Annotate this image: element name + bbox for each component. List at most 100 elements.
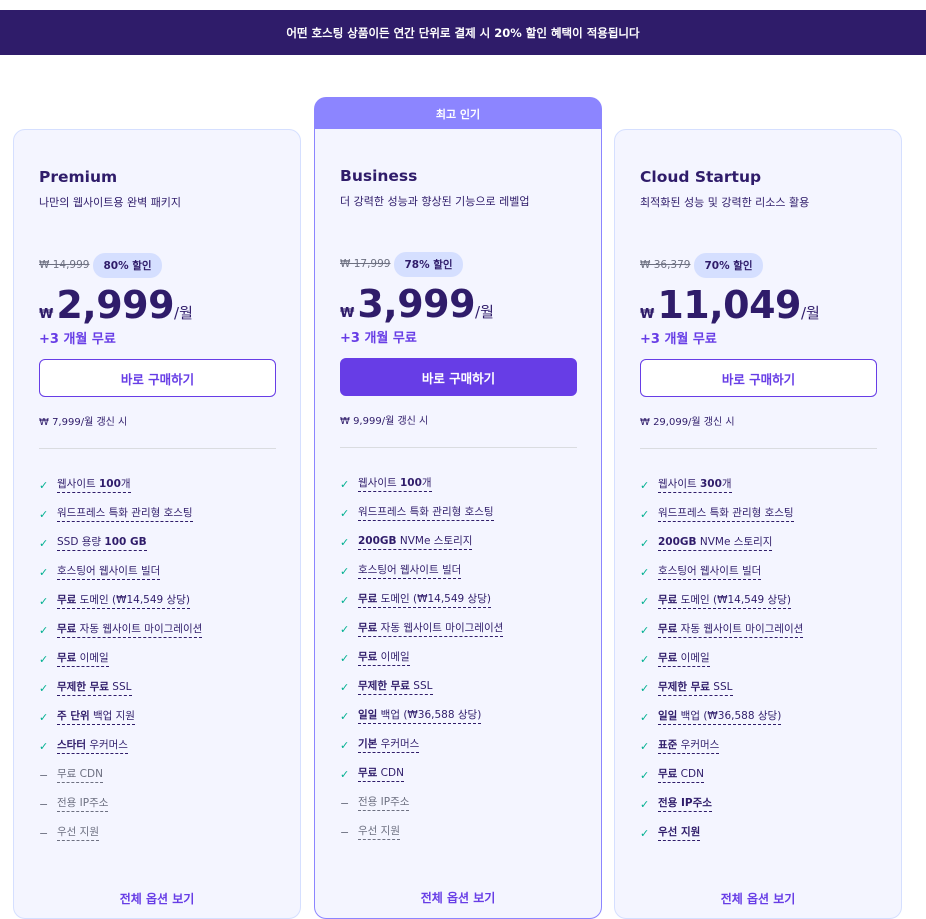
feature-highlight: 무제한 무료 xyxy=(57,681,109,693)
feature-item: − 우선 지원 xyxy=(340,818,576,847)
feature-text: 우선 지원 xyxy=(358,825,400,837)
feature-label[interactable]: 호스팅어 웹사이트 빌더 xyxy=(57,565,161,580)
check-icon: ✓ xyxy=(39,711,49,724)
feature-text: 무료 CDN xyxy=(57,768,103,780)
current-price: ₩ 11,049 /월 xyxy=(640,283,876,327)
feature-text: 개 xyxy=(421,477,432,489)
feature-label[interactable]: 무료 도메인 (₩14,549 상당) xyxy=(658,594,791,609)
free-months-label: +3 개월 무료 xyxy=(640,332,717,347)
plan-card-premium: Premium 나만의 웹사이트용 완벽 패키지 ₩ 14,999 80% 할인… xyxy=(13,129,301,919)
feature-label[interactable]: 주 단위 백업 지원 xyxy=(57,710,135,725)
original-price: ₩ 17,999 xyxy=(340,258,391,270)
renewal-price: ₩ 29,099/월 갱신 시 xyxy=(640,417,735,428)
check-icon: ✓ xyxy=(39,740,49,753)
feature-label[interactable]: 웹사이트 300개 xyxy=(658,478,732,493)
promo-banner: 어떤 호스팅 상품이든 연간 단위로 결제 시 20% 할인 혜택이 적용됩니다 xyxy=(0,10,926,55)
feature-label[interactable]: 무료 자동 웹사이트 마이그레이션 xyxy=(658,623,804,638)
feature-text: 도메인 (₩14,549 상당) xyxy=(377,593,491,605)
feature-label[interactable]: 워드프레스 특화 관리형 호스팅 xyxy=(658,507,794,522)
feature-label[interactable]: 무료 이메일 xyxy=(57,652,109,667)
feature-highlight: 일일 xyxy=(658,710,678,722)
feature-label[interactable]: 무료 이메일 xyxy=(658,652,710,667)
feature-list: ✓ 웹사이트 300개 ✓ 워드프레스 특화 관리형 호스팅 ✓ 200GB NVMe 스… xyxy=(640,471,876,848)
feature-label[interactable]: 무료 자동 웹사이트 마이그레이션 xyxy=(57,623,203,638)
buy-now-button[interactable]: 바로 구매하기 xyxy=(640,359,877,397)
feature-highlight: 무료 xyxy=(658,652,678,664)
feature-label[interactable]: 호스팅어 웹사이트 빌더 xyxy=(658,565,762,580)
feature-item: ✓ 호스팅어 웹사이트 빌더 xyxy=(340,557,576,586)
feature-highlight: 무료 xyxy=(358,651,378,663)
feature-highlight: 무료 xyxy=(358,767,378,779)
feature-label[interactable]: 표준 우커머스 xyxy=(658,739,720,754)
feature-label[interactable]: 워드프레스 특화 관리형 호스팅 xyxy=(57,507,193,522)
feature-highlight: 무제한 무료 xyxy=(658,681,710,693)
currency-symbol: ₩ xyxy=(39,307,54,322)
feature-label[interactable]: 호스팅어 웹사이트 빌더 xyxy=(358,564,462,579)
check-icon: ✓ xyxy=(39,508,49,521)
feature-label[interactable]: 전용 IP주소 xyxy=(57,797,109,812)
feature-label[interactable]: 무료 이메일 xyxy=(358,651,410,666)
feature-highlight: 표준 xyxy=(658,739,678,751)
feature-label[interactable]: 전용 IP주소 xyxy=(358,796,410,811)
feature-text: 도메인 (₩14,549 상당) xyxy=(76,594,190,606)
feature-text: 개 xyxy=(721,478,732,490)
feature-text: 워드프레스 특화 관리형 호스팅 xyxy=(57,507,193,519)
feature-label[interactable]: 무료 CDN xyxy=(658,768,704,783)
check-icon: ✓ xyxy=(340,652,350,665)
feature-label[interactable]: 무료 CDN xyxy=(358,767,404,782)
buy-now-button[interactable]: 바로 구매하기 xyxy=(39,359,276,397)
price-period: /월 xyxy=(174,304,193,322)
feature-item: ✓ 무료 도메인 (₩14,549 상당) xyxy=(340,586,576,615)
feature-item: ✓ 호스팅어 웹사이트 빌더 xyxy=(640,558,876,587)
discount-badge: 78% 할인 xyxy=(394,251,463,277)
discount-badge: 70% 할인 xyxy=(694,252,763,278)
feature-label[interactable]: 전용 IP주소 xyxy=(658,797,712,812)
feature-item: ✓ 워드프레스 특화 관리형 호스팅 xyxy=(640,500,876,529)
feature-label[interactable]: 우선 지원 xyxy=(57,826,99,841)
feature-item: ✓ 일일 백업 (₩36,588 상당) xyxy=(640,703,876,732)
feature-highlight: 우선 지원 xyxy=(658,826,701,838)
feature-item: ✓ 무료 도메인 (₩14,549 상당) xyxy=(640,587,876,616)
check-icon: ✓ xyxy=(640,479,650,492)
price-discount-row: ₩ 36,379 70% 할인 xyxy=(640,252,876,278)
feature-text: 자동 웹사이트 마이그레이션 xyxy=(76,623,203,635)
feature-label[interactable]: 200GB NVMe 스토리지 xyxy=(658,536,773,551)
see-all-features-link[interactable]: 전체 옵션 보기 xyxy=(315,889,601,906)
feature-item: ✓ 무료 자동 웹사이트 마이그레이션 xyxy=(340,615,576,644)
price-amount: 11,049 xyxy=(657,283,801,327)
buy-now-button[interactable]: 바로 구매하기 xyxy=(340,358,577,396)
feature-text: 백업 (₩36,588 상당) xyxy=(377,709,482,721)
feature-item: ✓ 주 단위 백업 지원 xyxy=(39,703,275,732)
feature-highlight: 300 xyxy=(699,478,722,490)
feature-highlight: 기본 xyxy=(358,738,378,750)
feature-label[interactable]: 워드프레스 특화 관리형 호스팅 xyxy=(358,506,494,521)
feature-label[interactable]: 무제한 무료 SSL xyxy=(57,681,132,696)
feature-label[interactable]: 무제한 무료 SSL xyxy=(658,681,733,696)
feature-label[interactable]: 무료 도메인 (₩14,549 상당) xyxy=(57,594,190,609)
check-icon: ✓ xyxy=(340,623,350,636)
feature-item: ✓ 표준 우커머스 xyxy=(640,732,876,761)
feature-highlight: 100 xyxy=(98,478,121,490)
feature-label[interactable]: 웹사이트 100개 xyxy=(358,477,432,492)
feature-text: 이메일 xyxy=(377,651,410,663)
feature-label[interactable]: 무제한 무료 SSL xyxy=(358,680,433,695)
check-icon: ✓ xyxy=(640,508,650,521)
check-icon: ✓ xyxy=(640,653,650,666)
feature-label[interactable]: 기본 우커머스 xyxy=(358,738,420,753)
feature-text: SSL xyxy=(409,680,433,692)
feature-label[interactable]: 무료 도메인 (₩14,549 상당) xyxy=(358,593,491,608)
feature-label[interactable]: SSD 용량 100 GB xyxy=(57,536,147,551)
feature-label[interactable]: 웹사이트 100개 xyxy=(57,478,131,493)
feature-label[interactable]: 무료 자동 웹사이트 마이그레이션 xyxy=(358,622,504,637)
feature-label[interactable]: 우선 지원 xyxy=(658,826,701,841)
feature-label[interactable]: 스타터 우커머스 xyxy=(57,739,128,754)
feature-label[interactable]: 200GB NVMe 스토리지 xyxy=(358,535,473,550)
feature-item: ✓ 무료 이메일 xyxy=(640,645,876,674)
dash-icon: − xyxy=(39,798,49,811)
feature-label[interactable]: 일일 백업 (₩36,588 상당) xyxy=(358,709,482,724)
feature-item: − 우선 지원 xyxy=(39,819,275,848)
feature-label[interactable]: 무료 CDN xyxy=(57,768,103,783)
renewal-price: ₩ 9,999/월 갱신 시 xyxy=(340,416,429,427)
feature-label[interactable]: 일일 백업 (₩36,588 상당) xyxy=(658,710,782,725)
feature-label[interactable]: 우선 지원 xyxy=(358,825,400,840)
